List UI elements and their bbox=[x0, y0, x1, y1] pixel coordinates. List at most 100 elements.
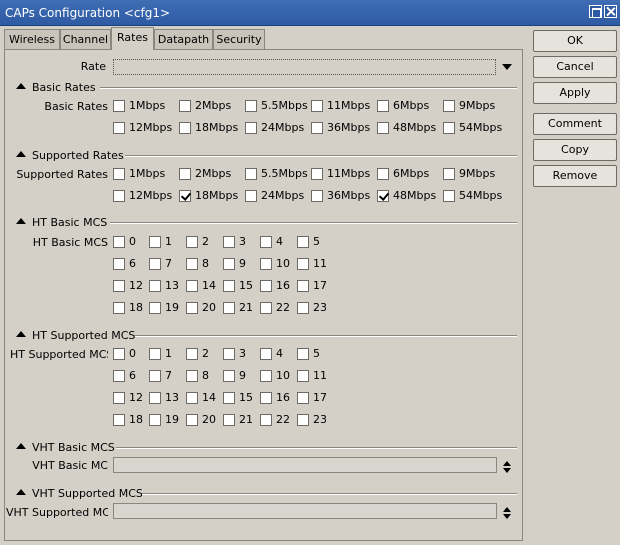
ht-basic-mcs-checkbox-5[interactable] bbox=[297, 236, 309, 248]
supported-rate-checkbox-48Mbps[interactable] bbox=[377, 190, 389, 202]
title-bar[interactable]: CAPs Configuration <cfg1> bbox=[0, 0, 620, 26]
section-vht-supported-mcs[interactable]: VHT Supported MCS bbox=[16, 487, 143, 500]
maximize-icon[interactable] bbox=[589, 5, 602, 18]
up-arrow-icon[interactable] bbox=[503, 507, 511, 512]
supported-rate-checkbox-36Mbps[interactable] bbox=[311, 190, 323, 202]
ht-basic-mcs-checkbox-10[interactable] bbox=[260, 258, 272, 270]
tab-datapath[interactable]: Datapath bbox=[154, 29, 213, 49]
ht-supported-mcs-checkbox-16[interactable] bbox=[260, 392, 272, 404]
ht-basic-mcs-checkbox-9[interactable] bbox=[223, 258, 235, 270]
basic-rate-checkbox-6Mbps[interactable] bbox=[377, 100, 389, 112]
ht-basic-mcs-checkbox-21[interactable] bbox=[223, 302, 235, 314]
tab-security[interactable]: Security bbox=[213, 29, 265, 49]
ht-supported-mcs-checkbox-1[interactable] bbox=[149, 348, 161, 360]
ht-basic-mcs-checkbox-11[interactable] bbox=[297, 258, 309, 270]
ht-supported-mcs-checkbox-11[interactable] bbox=[297, 370, 309, 382]
ht-supported-mcs-checkbox-13[interactable] bbox=[149, 392, 161, 404]
tab-rates[interactable]: Rates bbox=[111, 27, 154, 50]
basic-rate-checkbox-54Mbps[interactable] bbox=[443, 122, 455, 134]
ht-basic-mcs-checkbox-7[interactable] bbox=[149, 258, 161, 270]
ht-supported-mcs-checkbox-20[interactable] bbox=[186, 414, 198, 426]
section-vht-basic-mcs[interactable]: VHT Basic MCS bbox=[16, 441, 115, 454]
close-icon[interactable] bbox=[604, 5, 617, 18]
up-arrow-icon[interactable] bbox=[503, 461, 511, 466]
basic-rate-checkbox-9Mbps[interactable] bbox=[443, 100, 455, 112]
supported-rate-checkbox-5.5Mbps[interactable] bbox=[245, 168, 257, 180]
ht-supported-mcs-checkbox-15[interactable] bbox=[223, 392, 235, 404]
ht-basic-mcs-checkbox-4[interactable] bbox=[260, 236, 272, 248]
ht-basic-mcs-checkbox-14[interactable] bbox=[186, 280, 198, 292]
copy-button[interactable]: Copy bbox=[533, 139, 617, 161]
supported-rate-checkbox-12Mbps[interactable] bbox=[113, 190, 125, 202]
supported-rate-checkbox-9Mbps[interactable] bbox=[443, 168, 455, 180]
supported-rate-checkbox-11Mbps[interactable] bbox=[311, 168, 323, 180]
ht-basic-mcs-checkbox-3[interactable] bbox=[223, 236, 235, 248]
basic-rate-checkbox-12Mbps[interactable] bbox=[113, 122, 125, 134]
basic-rate-checkbox-48Mbps[interactable] bbox=[377, 122, 389, 134]
ht-basic-mcs-checkbox-23[interactable] bbox=[297, 302, 309, 314]
ht-basic-mcs-checkbox-1[interactable] bbox=[149, 236, 161, 248]
ht-supported-mcs-checkbox-22[interactable] bbox=[260, 414, 272, 426]
comment-button[interactable]: Comment bbox=[533, 113, 617, 135]
section-basic-rates[interactable]: Basic Rates bbox=[16, 81, 96, 94]
ok-button[interactable]: OK bbox=[533, 30, 617, 52]
ht-basic-mcs-checkbox-12[interactable] bbox=[113, 280, 125, 292]
basic-rate-checkbox-1Mbps[interactable] bbox=[113, 100, 125, 112]
supported-rate-checkbox-24Mbps[interactable] bbox=[245, 190, 257, 202]
section-ht-basic-mcs[interactable]: HT Basic MCS bbox=[16, 216, 107, 229]
remove-button[interactable]: Remove bbox=[533, 165, 617, 187]
ht-supported-mcs-checkbox-2[interactable] bbox=[186, 348, 198, 360]
supported-rate-checkbox-1Mbps[interactable] bbox=[113, 168, 125, 180]
ht-basic-mcs-checkbox-19[interactable] bbox=[149, 302, 161, 314]
ht-supported-mcs-checkbox-8[interactable] bbox=[186, 370, 198, 382]
ht-basic-mcs-checkbox-16[interactable] bbox=[260, 280, 272, 292]
cancel-button[interactable]: Cancel bbox=[533, 56, 617, 78]
basic-rate-checkbox-11Mbps[interactable] bbox=[311, 100, 323, 112]
ht-supported-mcs-checkbox-17[interactable] bbox=[297, 392, 309, 404]
ht-supported-mcs-checkbox-5[interactable] bbox=[297, 348, 309, 360]
apply-button[interactable]: Apply bbox=[533, 82, 617, 104]
basic-rate-checkbox-36Mbps[interactable] bbox=[311, 122, 323, 134]
chevron-down-icon[interactable] bbox=[502, 64, 512, 70]
ht-supported-mcs-checkbox-6[interactable] bbox=[113, 370, 125, 382]
section-ht-supported-mcs[interactable]: HT Supported MCS bbox=[16, 329, 135, 342]
ht-supported-mcs-checkbox-21[interactable] bbox=[223, 414, 235, 426]
ht-supported-mcs-checkbox-4[interactable] bbox=[260, 348, 272, 360]
ht-supported-mcs-checkbox-19[interactable] bbox=[149, 414, 161, 426]
basic-rate-checkbox-24Mbps[interactable] bbox=[245, 122, 257, 134]
ht-supported-mcs-checkbox-7[interactable] bbox=[149, 370, 161, 382]
supported-rate-checkbox-6Mbps[interactable] bbox=[377, 168, 389, 180]
vht-basic-mcs-field[interactable] bbox=[113, 457, 497, 473]
down-arrow-icon[interactable] bbox=[503, 514, 511, 519]
ht-basic-mcs-checkbox-18[interactable] bbox=[113, 302, 125, 314]
ht-basic-mcs-checkbox-6[interactable] bbox=[113, 258, 125, 270]
ht-basic-mcs-checkbox-2[interactable] bbox=[186, 236, 198, 248]
ht-supported-mcs-checkbox-9[interactable] bbox=[223, 370, 235, 382]
ht-basic-mcs-checkbox-20[interactable] bbox=[186, 302, 198, 314]
ht-supported-mcs-checkbox-18[interactable] bbox=[113, 414, 125, 426]
tab-channel[interactable]: Channel bbox=[60, 29, 111, 49]
ht-basic-mcs-checkbox-13[interactable] bbox=[149, 280, 161, 292]
ht-basic-mcs-checkbox-17[interactable] bbox=[297, 280, 309, 292]
ht-supported-mcs-checkbox-14[interactable] bbox=[186, 392, 198, 404]
supported-rate-checkbox-2Mbps[interactable] bbox=[179, 168, 191, 180]
ht-basic-mcs-checkbox-15[interactable] bbox=[223, 280, 235, 292]
ht-supported-mcs-checkbox-23[interactable] bbox=[297, 414, 309, 426]
rate-select[interactable] bbox=[113, 59, 496, 75]
tab-wireless[interactable]: Wireless bbox=[4, 29, 60, 49]
down-arrow-icon[interactable] bbox=[503, 468, 511, 473]
ht-basic-mcs-checkbox-0[interactable] bbox=[113, 236, 125, 248]
section-supported-rates[interactable]: Supported Rates bbox=[16, 149, 124, 162]
supported-rate-checkbox-18Mbps[interactable] bbox=[179, 190, 191, 202]
ht-supported-mcs-checkbox-12[interactable] bbox=[113, 392, 125, 404]
ht-supported-mcs-checkbox-0[interactable] bbox=[113, 348, 125, 360]
ht-supported-mcs-checkbox-3[interactable] bbox=[223, 348, 235, 360]
basic-rate-checkbox-2Mbps[interactable] bbox=[179, 100, 191, 112]
ht-basic-mcs-checkbox-22[interactable] bbox=[260, 302, 272, 314]
supported-rate-checkbox-54Mbps[interactable] bbox=[443, 190, 455, 202]
basic-rate-checkbox-5.5Mbps[interactable] bbox=[245, 100, 257, 112]
ht-supported-mcs-checkbox-10[interactable] bbox=[260, 370, 272, 382]
ht-basic-mcs-checkbox-8[interactable] bbox=[186, 258, 198, 270]
basic-rate-checkbox-18Mbps[interactable] bbox=[179, 122, 191, 134]
vht-supported-mcs-field[interactable] bbox=[113, 503, 497, 519]
